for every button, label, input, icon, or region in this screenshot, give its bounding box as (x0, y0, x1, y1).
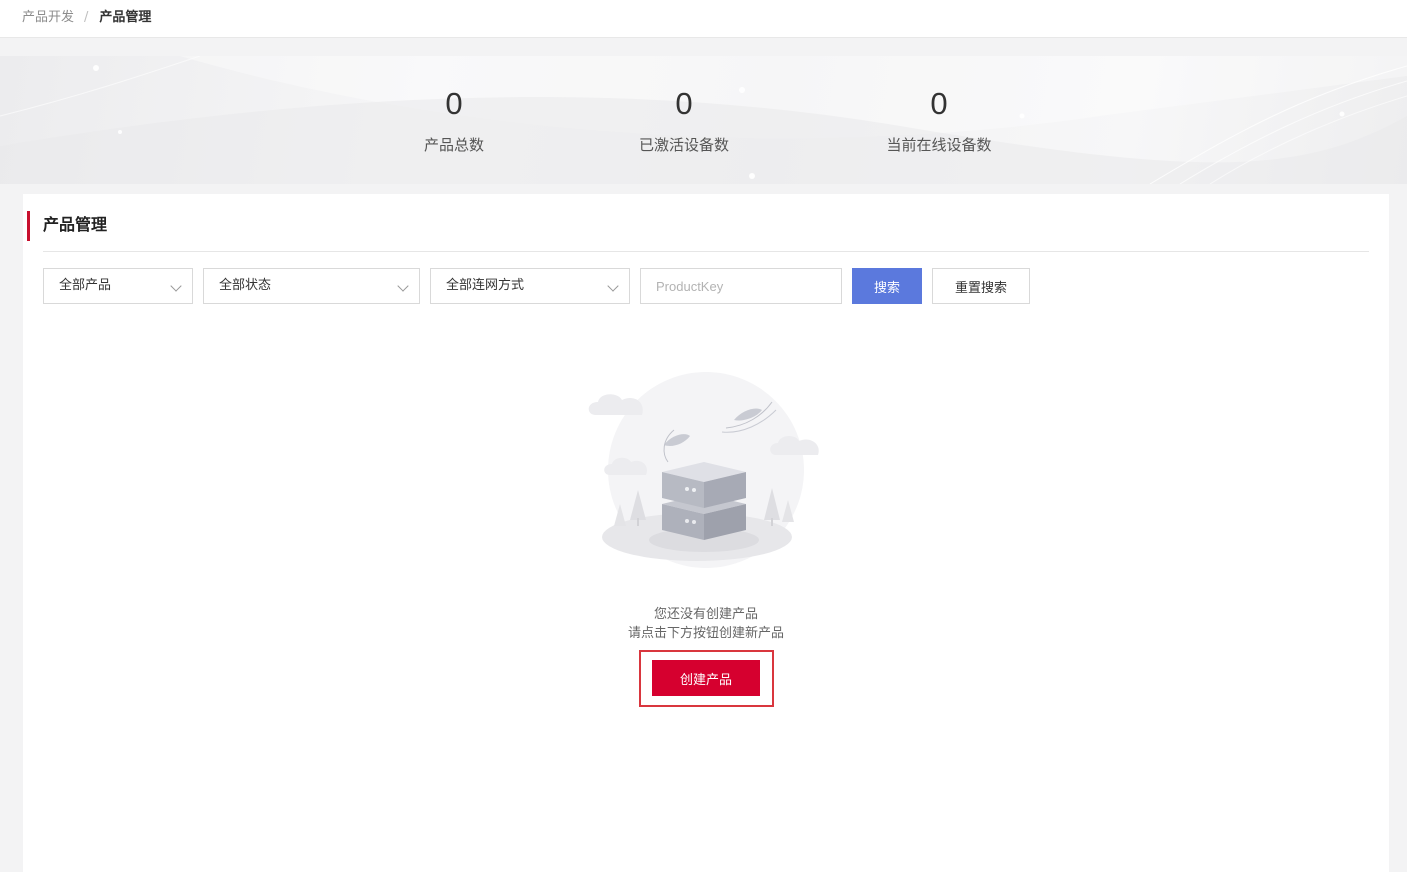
network-select-value: 全部连网方式 (446, 278, 525, 293)
stat-online-devices: 0 当前在线设备数 (869, 86, 1009, 155)
server-stack-icon (588, 372, 819, 568)
create-product-button[interactable]: 创建产品 (652, 660, 760, 696)
stats-banner: 0 产品总数 0 已激活设备数 0 当前在线设备数 (0, 56, 1407, 184)
stat-activated-devices: 0 已激活设备数 (624, 86, 744, 155)
chevron-down-icon (397, 280, 409, 292)
title-accent-bar (27, 211, 30, 241)
product-select-value: 全部产品 (59, 278, 112, 293)
breadcrumb-current: 产品管理 (99, 10, 152, 25)
top-bar: 产品开发 / 产品管理 (0, 0, 1407, 38)
reset-search-button[interactable]: 重置搜索 (932, 268, 1030, 304)
divider (43, 251, 1369, 252)
stat-label: 当前在线设备数 (886, 136, 992, 154)
search-button[interactable]: 搜索 (852, 268, 922, 304)
chevron-down-icon (170, 280, 182, 292)
breadcrumb: 产品开发 / 产品管理 (22, 9, 151, 27)
product-select[interactable]: 全部产品 (43, 268, 193, 304)
empty-state-hint: 请点击下方按钮创建新产品 (627, 626, 784, 641)
productkey-input[interactable] (640, 268, 842, 304)
stat-value: 0 (930, 86, 948, 121)
breadcrumb-product-dev[interactable]: 产品开发 (22, 9, 74, 27)
stat-product-total: 0 产品总数 (394, 86, 514, 155)
stat-value: 0 (675, 86, 693, 121)
network-mode-select[interactable]: 全部连网方式 (430, 268, 630, 304)
status-select[interactable]: 全部状态 (203, 268, 420, 304)
stat-label: 产品总数 (423, 136, 484, 154)
stat-value: 0 (445, 86, 463, 121)
product-management-panel: 产品管理 全部产品 全部状态 全部连网方式 搜索 重置搜索 (23, 194, 1389, 872)
status-select-value: 全部状态 (219, 278, 272, 293)
stat-label: 已激活设备数 (638, 136, 729, 154)
empty-state-message: 您还没有创建产品 (653, 607, 758, 622)
panel-title: 产品管理 (43, 215, 108, 234)
breadcrumb-separator: / (84, 10, 89, 25)
chevron-down-icon (607, 280, 619, 292)
